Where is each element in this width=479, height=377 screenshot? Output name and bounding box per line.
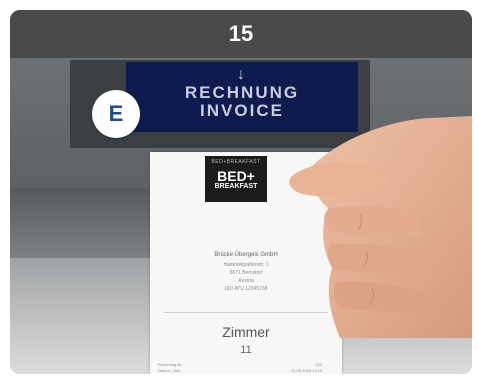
photo: ↓ RECHNUNG INVOICE BED+BREAKFAST BED+ BR… (10, 58, 472, 374)
step-label-badge: E (92, 90, 140, 138)
step-header: 15 (10, 10, 472, 58)
instruction-card: 15 ↓ RECHNUNG INVOICE BED+BREAKFAST BED+… (10, 10, 472, 374)
badge-letter: E (108, 101, 124, 126)
step-number: 15 (228, 21, 254, 46)
hand-image (289, 116, 472, 338)
